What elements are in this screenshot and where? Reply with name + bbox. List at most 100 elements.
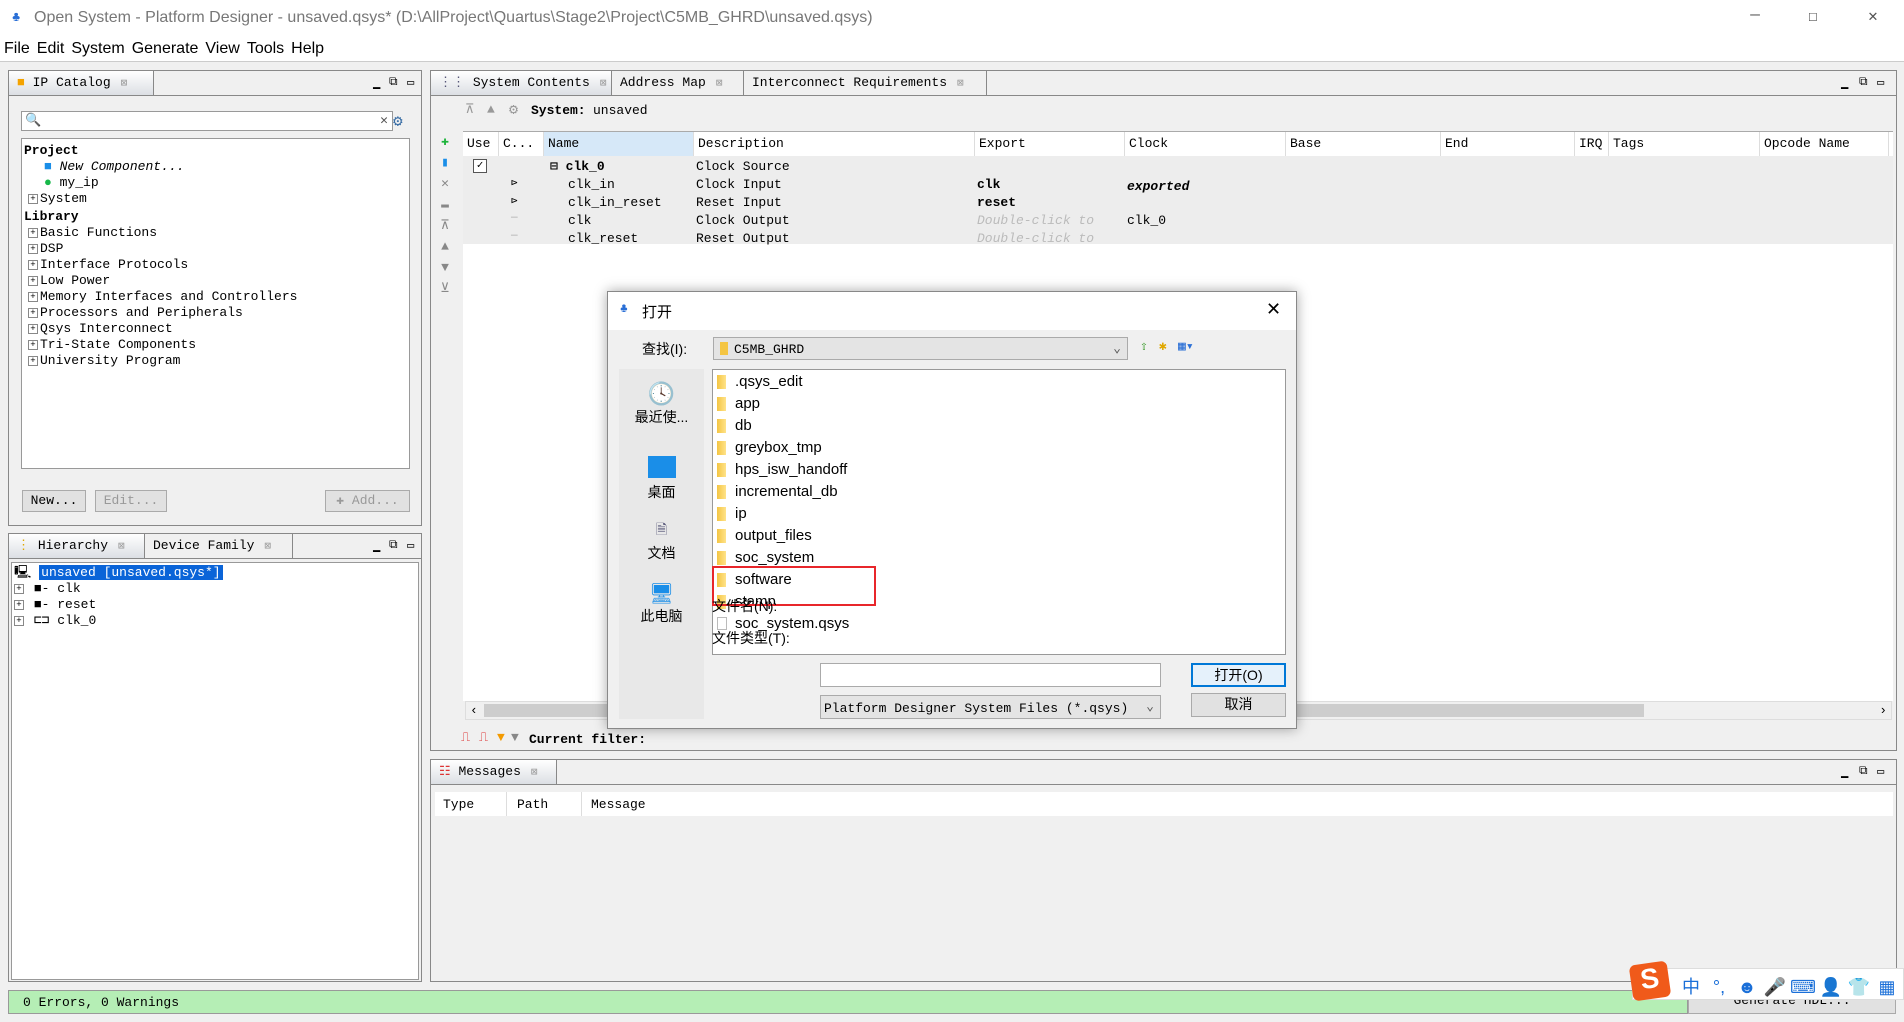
place-desktop[interactable]: 桌面 <box>619 456 704 502</box>
ime-button[interactable]: ⌨ <box>1789 977 1817 998</box>
tree-item-my-ip[interactable]: ● my_ip <box>24 175 407 191</box>
tree-item-library[interactable]: + DSP <box>24 241 407 257</box>
column-header[interactable]: C... <box>499 132 544 156</box>
move-bottom-icon[interactable]: ⊻ <box>437 278 453 299</box>
expand-icon[interactable]: + <box>14 615 24 626</box>
column-header[interactable]: Clock <box>1125 132 1286 156</box>
new-folder-icon[interactable]: ✱ <box>1159 339 1167 354</box>
row-export[interactable]: Double-click to <box>977 212 1125 230</box>
tree-item-clk-0[interactable]: + ⊏⊐ clk_0 <box>14 613 416 629</box>
tree-item-library[interactable]: + Interface Protocols <box>24 257 407 273</box>
up-folder-icon[interactable]: ⇧ <box>1140 339 1148 354</box>
close-tab-icon[interactable]: ⊠ <box>118 541 125 553</box>
clear-filter-icon[interactable]: ▼ <box>511 730 519 745</box>
scroll-left-icon[interactable]: ‹ <box>470 703 478 718</box>
table-row[interactable]: ⊳ clk_in_reset Reset Input reset <box>463 194 1893 212</box>
folder-item[interactable]: output_files <box>713 525 1285 547</box>
menu-help[interactable]: Help <box>287 36 327 58</box>
column-message[interactable]: Message <box>591 797 646 812</box>
tree-root[interactable]: 🖳 unsaved [unsaved.qsys*] <box>14 565 416 581</box>
maximize-panel-icon[interactable]: ▭ <box>1877 75 1884 90</box>
expand-icon[interactable]: + <box>28 193 38 204</box>
menu-view[interactable]: View <box>201 36 242 58</box>
table-row[interactable]: ⊳ clk_in Clock Input clk exported <box>463 176 1893 194</box>
column-header[interactable]: End <box>1441 132 1575 156</box>
column-header[interactable]: Base <box>1286 132 1441 156</box>
table-row[interactable]: — clk_reset Reset Output Double-click to <box>463 230 1893 248</box>
move-top-icon[interactable]: ⊼ <box>437 215 453 236</box>
column-path[interactable]: Path <box>517 797 548 812</box>
ime-logo[interactable]: S <box>1628 960 1672 1002</box>
maximize-panel-icon[interactable]: ▭ <box>1877 764 1884 779</box>
menu-generate[interactable]: Generate <box>128 36 202 58</box>
menu-edit[interactable]: Edit <box>33 36 68 58</box>
open-button[interactable]: 打开(O) <box>1191 663 1286 687</box>
folder-item[interactable]: ip <box>713 503 1285 525</box>
close-button[interactable]: ✕ <box>1858 6 1888 30</box>
row-export[interactable]: clk <box>977 176 1125 194</box>
place-recent[interactable]: 🕓 最近使... <box>619 381 704 427</box>
row-clock[interactable]: clk_0 <box>1127 212 1166 230</box>
gear-icon[interactable]: ⚙ <box>393 111 403 131</box>
folder-item[interactable]: greybox_tmp <box>713 437 1285 459</box>
detach-panel-icon[interactable]: ⧉ <box>389 75 398 89</box>
cancel-button[interactable]: 取消 <box>1191 693 1286 717</box>
minimize-panel-icon[interactable]: ▁ <box>373 75 380 90</box>
tree-item-library[interactable]: + Basic Functions <box>24 225 407 241</box>
collapse-icon[interactable]: ⊟ <box>550 159 558 174</box>
filetype-select[interactable]: Platform Designer System Files (*.qsys) … <box>820 695 1161 719</box>
close-tab-icon[interactable]: ⊠ <box>531 767 538 779</box>
close-tab-icon[interactable]: ⊠ <box>600 78 607 90</box>
expand-icon[interactable]: + <box>28 259 38 270</box>
tree-item-library[interactable]: + Tri-State Components <box>24 337 407 353</box>
column-header[interactable]: Description <box>694 132 975 156</box>
connection-icon[interactable]: — <box>511 230 518 242</box>
tab-interconnect-requirements[interactable]: Interconnect Requirements ⊠ <box>744 71 987 95</box>
table-row[interactable]: ✓ ⊟ clk_0 Clock Source <box>463 158 1893 176</box>
expand-icon[interactable]: + <box>28 339 38 350</box>
tree-item-clk[interactable]: + ■- clk <box>14 581 416 597</box>
tree-item-system[interactable]: + System <box>24 191 407 207</box>
tree-item-library[interactable]: + University Program <box>24 353 407 369</box>
new-button[interactable]: New... <box>22 490 86 512</box>
expand-icon[interactable]: + <box>28 227 38 238</box>
row-export[interactable]: reset <box>977 194 1125 212</box>
tab-messages[interactable]: ☷ Messages ⊠ <box>431 760 557 784</box>
ime-button[interactable]: °, <box>1705 977 1733 998</box>
column-header[interactable]: Opcode Name <box>1760 132 1889 156</box>
ime-button[interactable]: 🎤 <box>1761 977 1789 998</box>
filter-clock-icon[interactable]: ⎍ <box>461 730 470 745</box>
close-tab-icon[interactable]: ⊠ <box>264 541 271 553</box>
ime-button[interactable]: 中 <box>1677 973 1705 999</box>
remove-icon[interactable]: ✕ <box>437 173 453 194</box>
move-down-icon[interactable]: ▼ <box>437 257 453 278</box>
close-tab-icon[interactable]: ⊠ <box>121 78 128 90</box>
column-header[interactable]: Export <box>975 132 1125 156</box>
tree-item-library[interactable]: + Processors and Peripherals <box>24 305 407 321</box>
tab-ip-catalog[interactable]: ■ IP Catalog ⊠ <box>9 71 154 95</box>
column-header[interactable]: Name <box>544 132 694 156</box>
row-export[interactable]: Double-click to <box>977 230 1125 248</box>
connection-icon[interactable]: ⊳ <box>511 176 518 190</box>
add-connection-icon[interactable]: ▮ <box>437 152 453 173</box>
use-checkbox[interactable]: ✓ <box>473 159 487 173</box>
folder-item[interactable]: hps_isw_handoff <box>713 459 1285 481</box>
close-tab-icon[interactable]: ⊠ <box>716 78 723 90</box>
expand-icon[interactable]: + <box>14 583 24 594</box>
expand-icon[interactable]: + <box>28 323 38 334</box>
menu-file[interactable]: File <box>0 36 33 58</box>
move-top-icon[interactable]: ⊼ <box>465 102 475 117</box>
hierarchy-up-icon[interactable]: ⚙ <box>509 100 518 119</box>
folder-item[interactable]: db <box>713 415 1285 437</box>
connection-icon[interactable]: ⊳ <box>511 194 518 208</box>
tree-item-new-component[interactable]: ■ New Component... <box>24 159 407 175</box>
file-item[interactable]: soc_system.qsys <box>713 613 1285 635</box>
filter-reset-icon[interactable]: ⎍ <box>479 730 488 745</box>
ip-search-input[interactable]: 🔍 ✕ <box>21 111 393 131</box>
detach-panel-icon[interactable]: ⧉ <box>389 538 398 552</box>
edit-button[interactable]: Edit... <box>95 490 167 512</box>
connection-icon[interactable]: — <box>511 212 518 224</box>
look-in-select[interactable]: C5MB_GHRD ⌄ <box>713 337 1128 360</box>
tree-item-reset[interactable]: + ■- reset <box>14 597 416 613</box>
expand-icon[interactable]: + <box>14 599 24 610</box>
